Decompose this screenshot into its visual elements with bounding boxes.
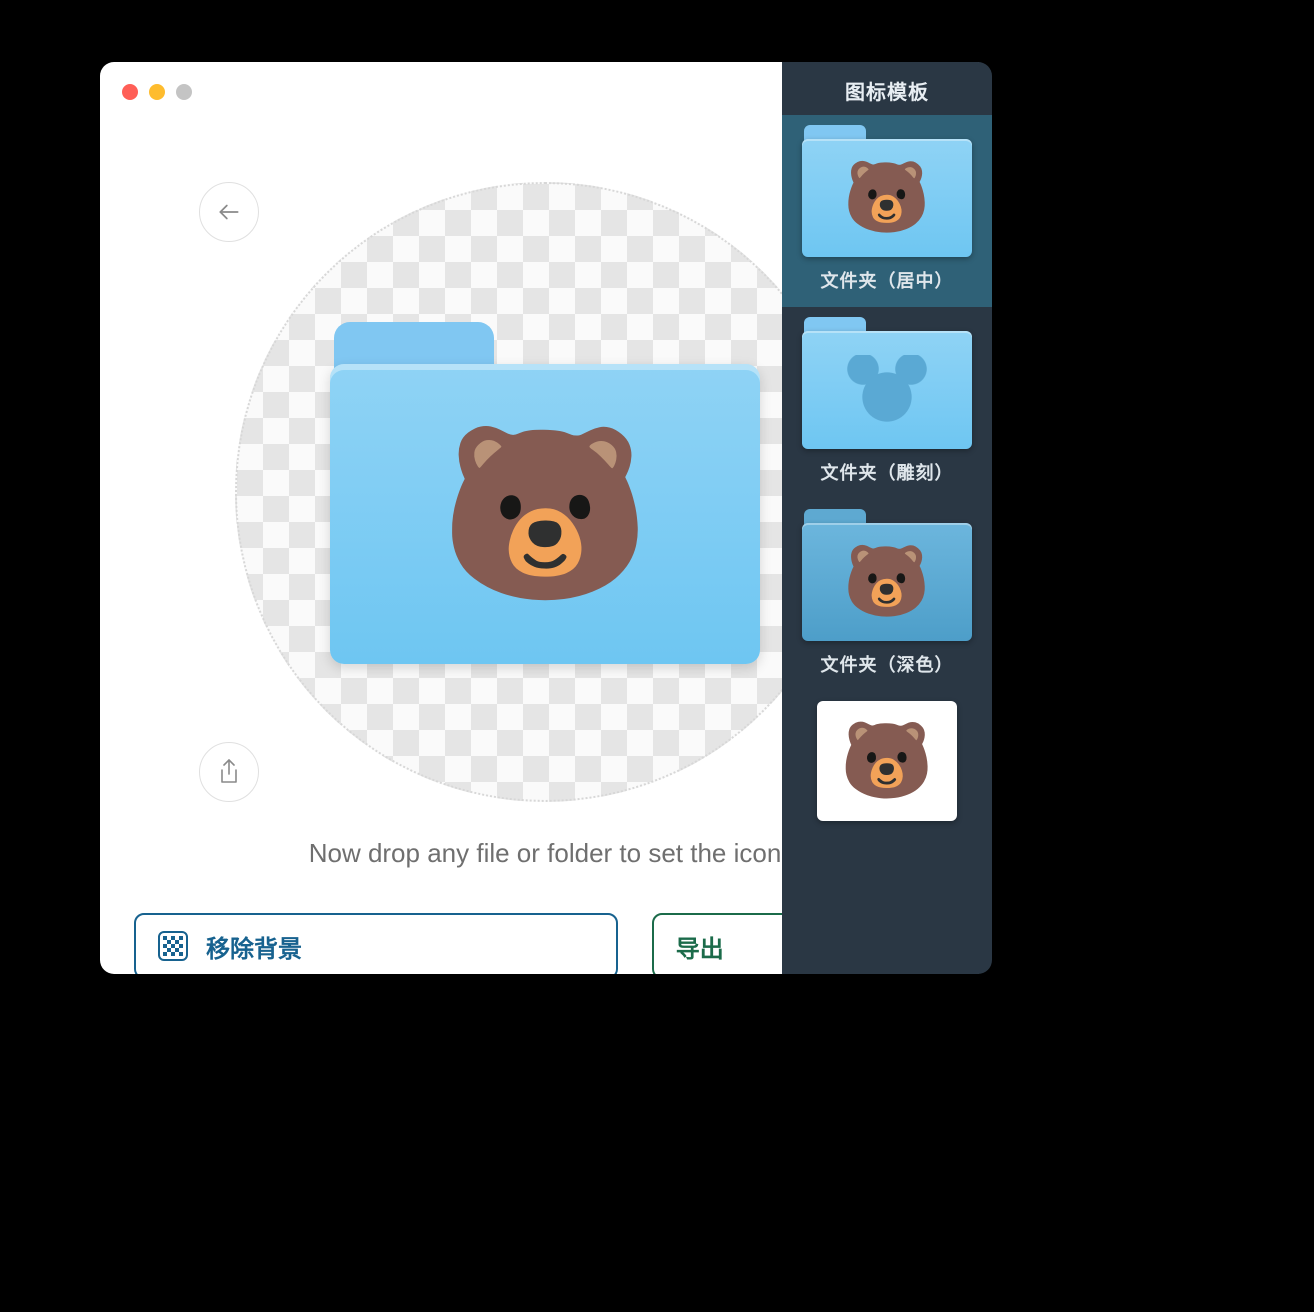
template-thumb: 🐻 [817,701,957,821]
templates-sidebar: 图标模板 🐻 文件夹（居中） 文件夹（雕刻） 🐻 文件夹（深色） 🐻 [782,62,992,974]
template-folder-dark[interactable]: 🐻 文件夹（深色） [782,499,992,691]
arrow-left-icon [216,199,242,225]
icon-preview-canvas[interactable]: 🐻 [235,182,855,802]
share-button[interactable] [199,742,259,802]
template-paper[interactable]: 🐻 [782,691,992,821]
template-thumb [802,317,972,447]
export-label: 导出 [676,929,724,964]
template-label: 文件夹（深色） [821,651,954,677]
overlay-emoji: 🐻 [439,414,651,614]
share-icon [217,758,241,786]
template-folder-engraved[interactable]: 文件夹（雕刻） [782,307,992,499]
remove-bg-icon [158,931,188,961]
template-thumb: 🐻 [802,509,972,639]
template-label: 文件夹（雕刻） [821,459,954,485]
sidebar-title: 图标模板 [782,62,992,115]
engraved-silhouette-icon [847,355,927,425]
folder-preview: 🐻 [330,322,760,662]
remove-bg-label: 移除背景 [206,929,302,964]
remove-background-button[interactable]: 移除背景 [134,913,618,974]
back-button[interactable] [199,182,259,242]
template-folder-center[interactable]: 🐻 文件夹（居中） [782,115,992,307]
template-thumb: 🐻 [802,125,972,255]
template-label: 文件夹（居中） [821,267,954,293]
